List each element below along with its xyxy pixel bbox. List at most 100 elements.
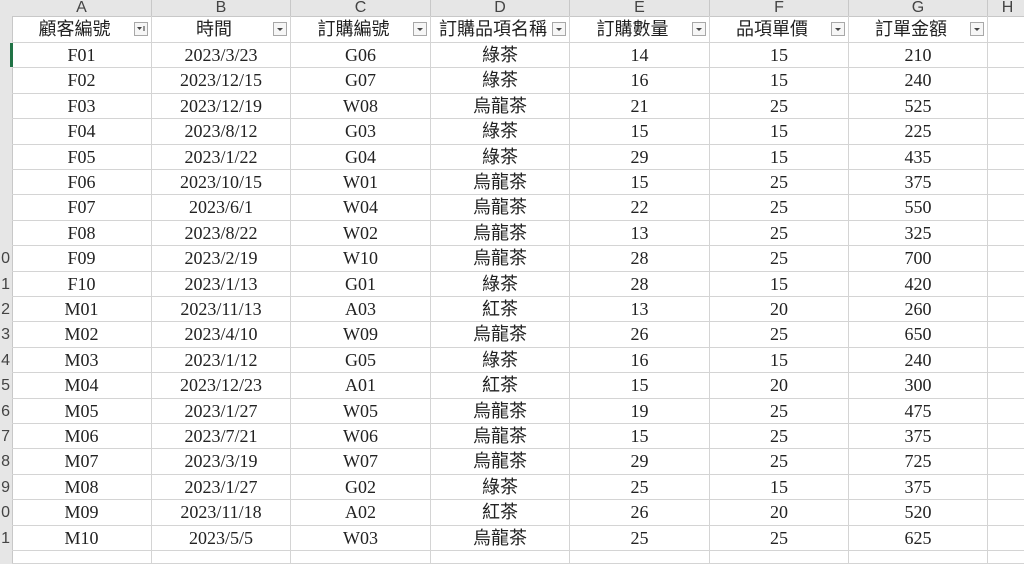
row-number[interactable] bbox=[0, 145, 12, 170]
cell-order-amount[interactable]: 325 bbox=[849, 220, 988, 247]
cell-order-amount[interactable]: 520 bbox=[849, 500, 988, 526]
column-letter-b[interactable]: B bbox=[152, 0, 291, 16]
empty-cell[interactable] bbox=[988, 551, 1024, 564]
cell-order-number[interactable]: W04 bbox=[291, 195, 431, 221]
cell-customer-id[interactable]: F02 bbox=[12, 68, 152, 94]
cell-customer-id[interactable]: M07 bbox=[12, 449, 152, 475]
row-number[interactable]: 5 bbox=[0, 373, 12, 398]
cell-item-name[interactable]: 烏龍茶 bbox=[431, 525, 570, 551]
cell-quantity[interactable]: 25 bbox=[570, 474, 710, 501]
empty-cell[interactable] bbox=[988, 68, 1024, 94]
cell-order-number[interactable]: G07 bbox=[291, 68, 431, 94]
cell-customer-id[interactable]: F05 bbox=[12, 144, 152, 170]
empty-cell[interactable] bbox=[988, 526, 1024, 551]
empty-cell[interactable] bbox=[988, 272, 1024, 297]
cell-customer-id[interactable]: M08 bbox=[12, 474, 152, 501]
cell-quantity[interactable]: 16 bbox=[570, 347, 710, 374]
cell-order-amount[interactable]: 700 bbox=[849, 246, 988, 272]
cell-order-amount[interactable]: 375 bbox=[849, 170, 988, 196]
cell-item-name[interactable]: 綠茶 bbox=[431, 43, 570, 69]
empty-cell[interactable] bbox=[988, 449, 1024, 475]
empty-cell[interactable] bbox=[12, 551, 152, 564]
cell-unit-price[interactable]: 15 bbox=[710, 347, 849, 374]
empty-cell[interactable] bbox=[988, 399, 1024, 424]
cell-customer-id[interactable]: M01 bbox=[12, 297, 152, 323]
cell-order-amount[interactable]: 225 bbox=[849, 119, 988, 145]
cell-item-name[interactable]: 烏龍茶 bbox=[431, 93, 570, 120]
cell-quantity[interactable]: 15 bbox=[570, 373, 710, 399]
row-number[interactable]: 2 bbox=[0, 297, 12, 322]
header-cell-order-time[interactable]: 時間 bbox=[152, 16, 291, 43]
cell-unit-price[interactable]: 25 bbox=[710, 322, 849, 348]
cell-quantity[interactable]: 22 bbox=[570, 195, 710, 221]
empty-cell[interactable] bbox=[988, 195, 1024, 221]
cell-order-amount[interactable]: 420 bbox=[849, 271, 988, 297]
row-number[interactable]: 7 bbox=[0, 424, 12, 449]
cell-order-time[interactable]: 2023/11/13 bbox=[152, 297, 291, 323]
cell-item-name[interactable]: 烏龍茶 bbox=[431, 424, 570, 450]
filter-active-icon[interactable] bbox=[134, 22, 148, 36]
cell-order-time[interactable]: 2023/3/19 bbox=[152, 449, 291, 475]
empty-cell[interactable] bbox=[988, 297, 1024, 323]
column-letter-e[interactable]: E bbox=[570, 0, 710, 16]
cell-order-amount[interactable]: 625 bbox=[849, 525, 988, 551]
cell-order-time[interactable]: 2023/8/22 bbox=[152, 220, 291, 247]
cell-order-amount[interactable]: 240 bbox=[849, 347, 988, 374]
cell-order-number[interactable]: G06 bbox=[291, 43, 431, 69]
cell-unit-price[interactable]: 15 bbox=[710, 144, 849, 170]
cell-unit-price[interactable]: 25 bbox=[710, 246, 849, 272]
row-number[interactable] bbox=[0, 195, 12, 220]
cell-quantity[interactable]: 13 bbox=[570, 220, 710, 247]
row-number[interactable] bbox=[0, 16, 12, 43]
header-cell-unit-price[interactable]: 品項單價 bbox=[710, 16, 849, 43]
column-letter-d[interactable]: D bbox=[431, 0, 570, 16]
cell-order-number[interactable]: G05 bbox=[291, 347, 431, 374]
cell-order-time[interactable]: 2023/6/1 bbox=[152, 195, 291, 221]
cell-order-amount[interactable]: 550 bbox=[849, 195, 988, 221]
cell-item-name[interactable]: 綠茶 bbox=[431, 68, 570, 94]
cell-customer-id[interactable]: F01 bbox=[12, 43, 152, 69]
column-letter-g[interactable]: G bbox=[849, 0, 988, 16]
cell-order-time[interactable]: 2023/3/23 bbox=[152, 43, 291, 69]
empty-cell[interactable] bbox=[431, 551, 570, 564]
cell-order-time[interactable]: 2023/2/19 bbox=[152, 246, 291, 272]
cell-item-name[interactable]: 綠茶 bbox=[431, 144, 570, 170]
row-number[interactable]: 0 bbox=[0, 246, 12, 271]
row-number[interactable]: 1 bbox=[0, 272, 12, 297]
row-number[interactable]: 1 bbox=[0, 526, 12, 551]
cell-item-name[interactable]: 紅茶 bbox=[431, 297, 570, 323]
cell-order-number[interactable]: W10 bbox=[291, 246, 431, 272]
cell-item-name[interactable]: 烏龍茶 bbox=[431, 195, 570, 221]
cell-customer-id[interactable]: F07 bbox=[12, 195, 152, 221]
row-number[interactable] bbox=[0, 170, 12, 195]
cell-customer-id[interactable]: M09 bbox=[12, 500, 152, 526]
cell-customer-id[interactable]: F09 bbox=[12, 246, 152, 272]
cell-unit-price[interactable]: 25 bbox=[710, 170, 849, 196]
cell-customer-id[interactable]: M06 bbox=[12, 424, 152, 450]
empty-cell[interactable] bbox=[988, 373, 1024, 399]
column-letter-c[interactable]: C bbox=[291, 0, 431, 16]
cell-unit-price[interactable]: 25 bbox=[710, 449, 849, 475]
row-number[interactable]: 0 bbox=[0, 500, 12, 525]
cell-unit-price[interactable]: 20 bbox=[710, 373, 849, 399]
cell-order-number[interactable]: W03 bbox=[291, 525, 431, 551]
cell-order-number[interactable]: W02 bbox=[291, 220, 431, 247]
cell-order-time[interactable]: 2023/1/13 bbox=[152, 271, 291, 297]
cell-order-number[interactable]: W07 bbox=[291, 449, 431, 475]
cell-order-number[interactable]: W06 bbox=[291, 424, 431, 450]
cell-item-name[interactable]: 烏龍茶 bbox=[431, 449, 570, 475]
dropdown-arrow-icon[interactable] bbox=[552, 22, 566, 36]
empty-cell[interactable] bbox=[849, 551, 988, 564]
empty-cell[interactable] bbox=[988, 246, 1024, 272]
cell-unit-price[interactable]: 25 bbox=[710, 195, 849, 221]
cell-order-amount[interactable]: 260 bbox=[849, 297, 988, 323]
cell-unit-price[interactable]: 15 bbox=[710, 43, 849, 69]
cell-unit-price[interactable]: 15 bbox=[710, 68, 849, 94]
header-cell-quantity[interactable]: 訂購數量 bbox=[570, 16, 710, 43]
cell-customer-id[interactable]: F03 bbox=[12, 93, 152, 120]
cell-customer-id[interactable]: M03 bbox=[12, 347, 152, 374]
cell-customer-id[interactable]: M04 bbox=[12, 373, 152, 399]
row-number[interactable] bbox=[0, 221, 12, 246]
cell-customer-id[interactable]: F08 bbox=[12, 220, 152, 247]
header-cell-item-name[interactable]: 訂購品項名稱 bbox=[431, 16, 570, 43]
